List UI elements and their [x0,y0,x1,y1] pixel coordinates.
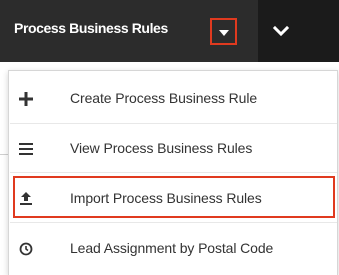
plus-icon [17,90,35,108]
menu-item-create-process-business-rule[interactable]: Create Process Business Rule [10,77,337,121]
list-icon [17,140,35,158]
more-modules-button[interactable] [270,20,292,42]
top-navigation-bar: Process Business Rules [0,0,339,62]
menu-item-label: Create Process Business Rule [70,90,258,106]
menu-item-label: Import Process Business Rules [70,190,262,206]
menu-divider [10,123,337,124]
tab-dropdown-menu: Create Process Business Rule View Proces… [8,70,338,275]
chevron-down-icon [272,25,290,37]
upload-icon [17,190,35,208]
caret-down-icon [219,30,229,36]
menu-item-label: View Process Business Rules [70,140,253,156]
menu-item-view-process-business-rules[interactable]: View Process Business Rules [10,127,337,171]
tab-menu-toggle-button[interactable] [210,18,237,45]
menu-divider [10,222,337,223]
menu-divider [10,172,337,173]
clock-icon [17,240,35,258]
menu-item-lead-assignment-by-postal-code[interactable]: Lead Assignment by Postal Code [10,227,337,271]
menu-item-import-process-business-rules[interactable]: Import Process Business Rules [10,177,337,221]
background-divider [0,154,8,155]
menu-item-label: Lead Assignment by Postal Code [70,240,274,256]
module-tab-label: Process Business Rules [14,20,168,36]
module-tab-process-business-rules[interactable]: Process Business Rules [0,0,258,62]
